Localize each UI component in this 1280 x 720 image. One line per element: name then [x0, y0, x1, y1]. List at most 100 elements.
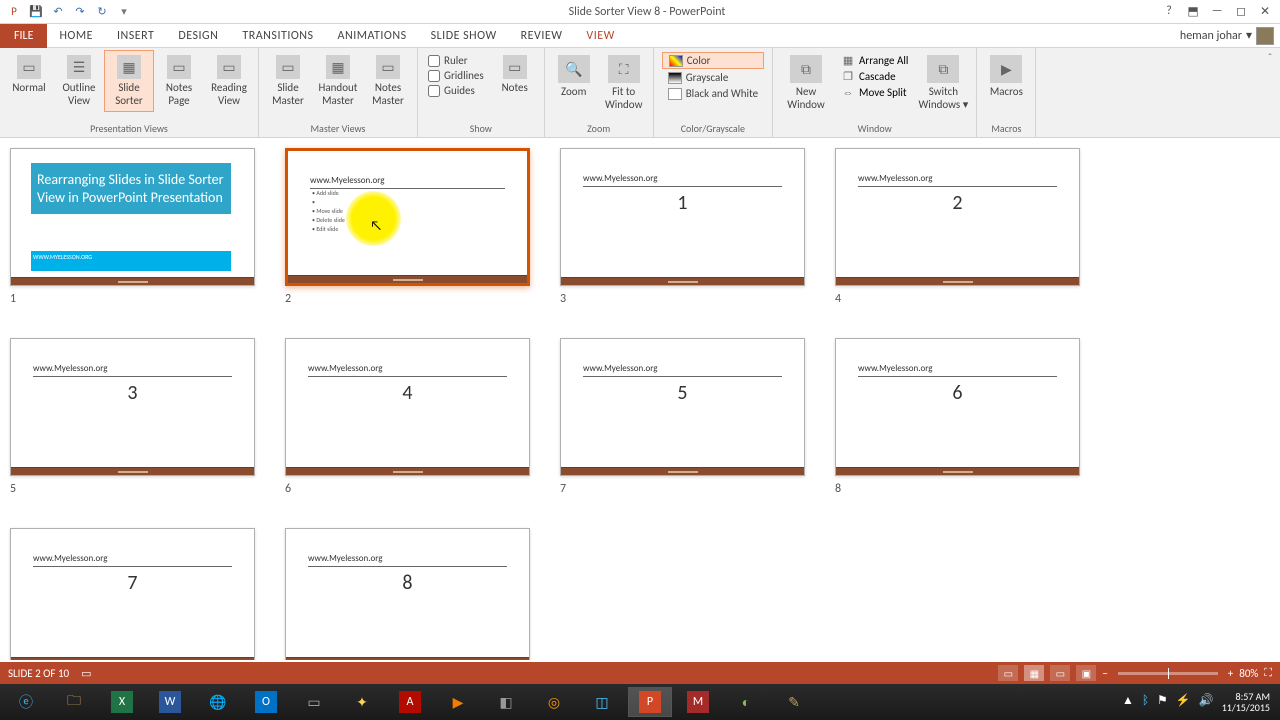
- firefox-icon[interactable]: ◎: [532, 687, 576, 717]
- guides-checkbox[interactable]: Guides: [428, 84, 484, 97]
- redo-icon[interactable]: ↻: [94, 4, 110, 20]
- group-label: Master Views: [263, 122, 413, 137]
- macros-button[interactable]: ▶Macros: [981, 50, 1031, 103]
- zoom-in-icon[interactable]: +: [1228, 667, 1233, 680]
- notes-icon: ▭: [503, 55, 527, 79]
- tab-slideshow[interactable]: SLIDE SHOW: [419, 24, 509, 48]
- app6-icon[interactable]: ✎: [772, 687, 816, 717]
- notes-status-icon[interactable]: ▭: [81, 667, 91, 680]
- flag-icon[interactable]: ⚑: [1157, 695, 1168, 708]
- slide-thumb[interactable]: Rearranging Slides in Slide Sorter View …: [8, 148, 268, 338]
- app4-icon[interactable]: ◫: [580, 687, 624, 717]
- tab-transitions[interactable]: TRANSITIONS: [230, 24, 325, 48]
- cascade-button[interactable]: ❐Cascade: [839, 68, 910, 84]
- slide-thumb[interactable]: www.Myelesson.org57: [558, 338, 818, 528]
- new-window-button[interactable]: ⧉New Window: [777, 50, 835, 116]
- arrange-icon: ▦: [841, 53, 855, 67]
- collapse-ribbon-icon[interactable]: ˆ: [1260, 48, 1280, 137]
- slide-thumb[interactable]: www.Myelesson.org35: [8, 338, 268, 528]
- zoom-slider[interactable]: [1118, 672, 1218, 675]
- app3-icon[interactable]: ◧: [484, 687, 528, 717]
- volume-icon[interactable]: 🔊: [1199, 695, 1214, 708]
- notes-master-button[interactable]: ▭Notes Master: [363, 50, 413, 112]
- undo-icon[interactable]: ↶: [50, 4, 66, 20]
- slideshow-view-icon[interactable]: ▣: [1076, 665, 1096, 681]
- arrange-all-button[interactable]: ▦Arrange All: [839, 52, 910, 68]
- group-label: Macros: [981, 122, 1031, 137]
- slide-master-icon: ▭: [276, 55, 300, 79]
- help-icon[interactable]: ?: [1162, 4, 1176, 19]
- fit-to-window-icon[interactable]: ⛶: [1264, 666, 1272, 680]
- notes-button[interactable]: ▭Notes: [490, 50, 540, 99]
- zoom-level[interactable]: 80%: [1239, 667, 1258, 680]
- adobe-icon[interactable]: A: [388, 687, 432, 717]
- slide-thumb[interactable]: www.Myelesson.org24: [833, 148, 1093, 338]
- slide-thumb[interactable]: www.Myelesson.org13: [558, 148, 818, 338]
- reading-view-button[interactable]: ▭Reading View: [204, 50, 254, 112]
- qat-customize-icon[interactable]: ▾: [116, 4, 132, 20]
- app-m-icon[interactable]: M: [676, 687, 720, 717]
- slide-thumb[interactable]: www.Myelesson.org• Add slide•• Move slid…: [283, 148, 543, 338]
- outline-view-button[interactable]: ☰Outline View: [54, 50, 104, 112]
- slide-thumb[interactable]: www.Myelesson.org68: [833, 338, 1093, 528]
- repeat-icon[interactable]: ↷: [72, 4, 88, 20]
- clock[interactable]: 8:57 AM11/15/2015: [1222, 691, 1270, 713]
- minimize-icon[interactable]: —: [1210, 4, 1224, 19]
- tab-animations[interactable]: ANIMATIONS: [326, 24, 419, 48]
- slide-sorter-area[interactable]: Rearranging Slides in Slide Sorter View …: [0, 138, 1280, 660]
- app2-icon[interactable]: ✦: [340, 687, 384, 717]
- powerpoint-taskbar-icon[interactable]: P: [628, 687, 672, 717]
- normal-view-icon[interactable]: ▭: [998, 665, 1018, 681]
- normal-button[interactable]: ▭Normal: [4, 50, 54, 99]
- slide-master-button[interactable]: ▭Slide Master: [263, 50, 313, 112]
- media-icon[interactable]: ▶: [436, 687, 480, 717]
- slide-counter: SLIDE 2 OF 10: [8, 667, 69, 680]
- reading-icon: ▭: [217, 55, 241, 79]
- signin-name[interactable]: heman johar ▾: [1174, 27, 1280, 45]
- ie-icon[interactable]: ⓔ: [4, 687, 48, 717]
- slide-thumb[interactable]: www.Myelesson.org46: [283, 338, 543, 528]
- outlook-icon[interactable]: O: [244, 687, 288, 717]
- app-icon[interactable]: ▭: [292, 687, 336, 717]
- slide-thumb[interactable]: www.Myelesson.org79: [8, 528, 268, 660]
- switch-windows-button[interactable]: ⧉Switch Windows ▾: [914, 50, 972, 116]
- tab-home[interactable]: HOME: [47, 24, 105, 48]
- grayscale-option[interactable]: Grayscale: [662, 70, 764, 85]
- color-option[interactable]: Color: [662, 52, 764, 69]
- fit-window-button[interactable]: ⛶Fit to Window: [599, 50, 649, 116]
- sorter-view-icon[interactable]: ▦: [1024, 665, 1044, 681]
- ruler-checkbox[interactable]: Ruler: [428, 54, 484, 67]
- slide-sorter-button[interactable]: ▦Slide Sorter: [104, 50, 154, 112]
- excel-icon[interactable]: X: [100, 687, 144, 717]
- tab-design[interactable]: DESIGN: [166, 24, 230, 48]
- gridlines-checkbox[interactable]: Gridlines: [428, 69, 484, 82]
- slide-thumb[interactable]: www.Myelesson.org810: [283, 528, 543, 660]
- reading-view-icon[interactable]: ▭: [1050, 665, 1070, 681]
- app5-icon[interactable]: ◐: [724, 687, 768, 717]
- maximize-icon[interactable]: ◻: [1234, 4, 1248, 19]
- tab-insert[interactable]: INSERT: [105, 24, 166, 48]
- word-icon[interactable]: W: [148, 687, 192, 717]
- tab-file[interactable]: FILE: [0, 24, 47, 48]
- explorer-icon[interactable]: 🗀: [52, 687, 96, 717]
- tab-view[interactable]: VIEW: [574, 24, 626, 48]
- chrome-icon[interactable]: 🌐: [196, 687, 240, 717]
- gray-icon: [668, 72, 682, 84]
- zoom-out-icon[interactable]: −: [1102, 667, 1107, 680]
- tray-up-icon[interactable]: ▲: [1122, 695, 1134, 708]
- group-color: Color Grayscale Black and White Color/Gr…: [654, 48, 773, 137]
- save-icon[interactable]: 💾: [28, 4, 44, 20]
- handout-master-button[interactable]: ▦Handout Master: [313, 50, 363, 112]
- status-bar: SLIDE 2 OF 10 ▭ ▭ ▦ ▭ ▣ − + 80% ⛶: [0, 662, 1280, 684]
- group-label: Window: [777, 122, 972, 137]
- black-white-option[interactable]: Black and White: [662, 86, 764, 101]
- tab-review[interactable]: REVIEW: [509, 24, 575, 48]
- move-split-button[interactable]: ⇔Move Split: [839, 84, 910, 100]
- ribbon-display-icon[interactable]: ⬒: [1186, 4, 1200, 19]
- group-zoom: 🔍Zoom ⛶Fit to Window Zoom: [545, 48, 654, 137]
- bluetooth-icon[interactable]: ᛒ: [1142, 695, 1149, 708]
- zoom-button[interactable]: 🔍Zoom: [549, 50, 599, 103]
- close-icon[interactable]: ✕: [1258, 4, 1272, 19]
- notes-page-button[interactable]: ▭Notes Page: [154, 50, 204, 112]
- power-icon[interactable]: ⚡: [1176, 695, 1191, 708]
